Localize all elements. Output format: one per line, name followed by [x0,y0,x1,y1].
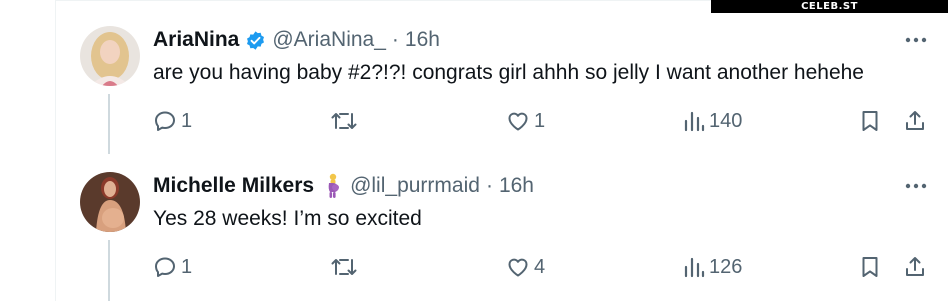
user-handle[interactable]: @lil_purrmaid [350,174,480,198]
reply-count: 1 [181,109,193,132]
thread-line [108,240,110,301]
like-button[interactable]: 4 [506,255,545,279]
separator-dot: · [485,174,493,197]
timestamp[interactable]: 16h [405,28,440,52]
heart-icon [506,109,530,133]
bookmark-button[interactable] [858,255,882,279]
share-icon [903,109,927,133]
tweet-text: are you having baby #2?!?! congrats girl… [153,61,864,84]
views-button[interactable]: 140 [683,109,742,133]
like-button[interactable]: 1 [506,109,545,133]
retweet-icon [330,255,358,279]
more-options-icon[interactable] [896,30,936,50]
display-name[interactable]: AriaNina [153,28,239,52]
heart-icon [506,255,530,279]
verified-badge-icon[interactable] [245,30,266,51]
bookmark-icon [858,109,882,133]
share-icon [903,255,927,279]
bookmark-icon [858,255,882,279]
reply-icon [153,109,177,133]
reply-count: 1 [181,255,193,278]
more-options-icon[interactable] [896,176,936,196]
tweet-text: Yes 28 weeks! I’m so excited [153,207,422,230]
retweet-icon [330,109,358,133]
pregnant-person-emoji-icon [324,173,342,199]
views-button[interactable]: 126 [683,255,742,279]
user-handle[interactable]: @AriaNina_ [272,28,386,52]
like-count: 1 [534,109,546,132]
retweet-button[interactable] [330,255,358,279]
timeline-left-border [55,0,56,301]
thread-line [108,94,110,154]
reply-icon [153,255,177,279]
analytics-icon [683,255,705,279]
tweet-header: AriaNina @AriaNina_ · 16h [153,26,440,54]
avatar[interactable] [80,26,140,86]
view-count: 140 [709,109,743,132]
reply-button[interactable]: 1 [153,255,192,279]
reply-button[interactable]: 1 [153,109,192,133]
bookmark-button[interactable] [858,109,882,133]
view-count: 126 [709,255,743,278]
display-name[interactable]: Michelle Milkers [153,174,314,198]
retweet-button[interactable] [330,109,358,133]
avatar[interactable] [80,172,140,232]
watermark: CELEB.ST [711,0,948,13]
separator-dot: · [391,28,399,51]
share-button[interactable] [903,255,927,279]
share-button[interactable] [903,109,927,133]
timestamp[interactable]: 16h [499,174,534,198]
like-count: 4 [534,255,546,278]
tweet-header: Michelle Milkers @lil_purrmaid · 16h [153,172,534,200]
analytics-icon [683,109,705,133]
